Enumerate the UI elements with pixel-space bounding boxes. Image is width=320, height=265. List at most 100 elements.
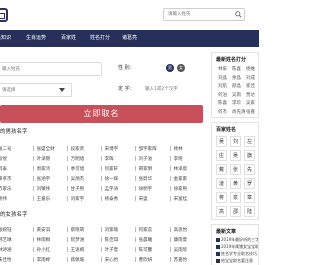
- boys-name-link[interactable]: 杨伟: [0, 195, 7, 205]
- boys-name-link[interactable]: 万明旭: [67, 155, 84, 165]
- girls-name-link[interactable]: 吴雨欣: [170, 246, 187, 256]
- girls-name-link[interactable]: 孙小红: [33, 246, 50, 256]
- surname-link[interactable]: 黄: [230, 178, 241, 189]
- nav-item-surnames[interactable]: 百家姓: [61, 30, 76, 47]
- rank-item-link[interactable]: 刘航: [218, 83, 227, 89]
- fixed-char-input[interactable]: [142, 83, 204, 95]
- girls-name-link[interactable]: 高思怡: [170, 226, 187, 236]
- boys-name-link[interactable]: 刘镇伟: [33, 185, 50, 195]
- boys-name-link[interactable]: 宋博宇: [101, 145, 118, 155]
- surname-link[interactable]: 吴: [216, 136, 227, 147]
- surname-link[interactable]: 陆: [244, 206, 255, 217]
- gender-female-option[interactable]: 女: [177, 64, 185, 72]
- boys-name-link[interactable]: 邢家明: [135, 165, 152, 175]
- rank-item-link[interactable]: 杨维: [246, 66, 255, 72]
- news-item-link[interactable]: 2019年属猪女宝宝取名: [216, 244, 258, 250]
- boys-name-link[interactable]: 李晖: [101, 155, 114, 165]
- boys-name-link[interactable]: 黄孝杰: [0, 175, 12, 185]
- search-input[interactable]: [164, 9, 234, 20]
- news-item-link[interactable]: 姓名学专业取名技巧: [216, 251, 258, 257]
- nav-item-zhuge[interactable]: 诸葛亮: [122, 30, 137, 47]
- birth-select[interactable]: [0, 83, 72, 97]
- surname-link[interactable]: 吴: [230, 150, 241, 161]
- boys-name-link[interactable]: 杨林: [170, 145, 183, 155]
- boys-name-link[interactable]: 何泰: [0, 165, 7, 175]
- rank-item-link[interactable]: 吴家: [246, 100, 255, 106]
- boys-name-link[interactable]: 何家轩: [101, 165, 118, 175]
- girls-name-link[interactable]: 刘紫瑜: [101, 226, 118, 236]
- boys-name-link[interactable]: 甘子熙: [67, 185, 84, 195]
- girls-name-link[interactable]: 蔡晓萌: [67, 226, 84, 236]
- rank-item-link[interactable]: 何杰: [218, 109, 227, 115]
- site-logo[interactable]: [0, 8, 8, 22]
- boys-name-link[interactable]: 杨泰秀: [101, 195, 118, 205]
- rank-item-link[interactable]: 陈喜: [232, 66, 241, 72]
- rank-item-link[interactable]: 吴雨: [232, 92, 241, 98]
- girls-name-link[interactable]: 苏嘉怡: [170, 256, 187, 265]
- girls-name-link[interactable]: 宋心怡: [101, 256, 118, 265]
- girls-name-link[interactable]: 陈佳琪: [101, 236, 118, 246]
- boys-name-link[interactable]: 李晓: [170, 155, 183, 165]
- surname-link[interactable]: 泉: [230, 192, 241, 203]
- girls-name-link[interactable]: 王语嫣: [67, 246, 84, 256]
- girls-name-link[interactable]: 韩艺琳: [0, 236, 12, 246]
- rank-item-link[interactable]: 贾达: [246, 92, 255, 98]
- boys-name-link[interactable]: 段悦: [0, 155, 7, 165]
- girls-name-link[interactable]: 朱佳怡: [0, 256, 12, 265]
- boys-name-link[interactable]: 邹宇家辉: [135, 145, 157, 155]
- gender-male-option[interactable]: 男: [166, 64, 174, 72]
- boys-name-link[interactable]: 吴炳杰: [67, 175, 84, 185]
- girls-name-link[interactable]: 蒋佩瑜: [67, 256, 84, 265]
- surname-link[interactable]: 戴: [216, 164, 227, 175]
- surname-input[interactable]: [0, 63, 99, 75]
- search-icon[interactable]: [235, 11, 242, 18]
- boys-name-link[interactable]: 金家家: [170, 175, 187, 185]
- rank-item-link[interactable]: 崔佳: [246, 83, 255, 89]
- rank-item-link[interactable]: 李珍: [232, 100, 241, 106]
- boys-name-link[interactable]: 段家贤: [67, 145, 84, 155]
- surname-link[interactable]: 高: [216, 206, 227, 217]
- surname-link[interactable]: 左: [244, 136, 255, 147]
- girls-name-link[interactable]: 叶子萱: [101, 246, 118, 256]
- boys-name-link[interactable]: 苏家乐: [0, 185, 12, 195]
- surname-link[interactable]: 张: [230, 164, 241, 175]
- boys-name-link[interactable]: 徐家熙: [170, 185, 187, 195]
- surname-link[interactable]: 章: [244, 192, 255, 203]
- girls-name-link[interactable]: 康雨萱: [170, 236, 187, 246]
- boys-name-link[interactable]: 刘家宇: [67, 195, 84, 205]
- boys-name-link[interactable]: 张二号: [0, 145, 12, 155]
- girls-name-link[interactable]: 黄安淇: [33, 226, 50, 236]
- boys-name-link[interactable]: 张涵宇: [33, 175, 50, 185]
- rank-item-link[interactable]: 陈喜: [218, 100, 227, 106]
- nav-item-zodiac[interactable]: 生肖运势: [26, 30, 46, 47]
- boys-name-link[interactable]: 季可旭: [67, 165, 84, 175]
- girls-name-link[interactable]: 林诗涵: [0, 246, 12, 256]
- rank-item-link[interactable]: 刘晶: [218, 75, 227, 81]
- rank-item-link[interactable]: 尚先清: [232, 109, 246, 115]
- boys-name-link[interactable]: 张盛全财: [33, 145, 55, 155]
- rank-item-link[interactable]: 何泊: [218, 92, 227, 98]
- boys-name-link[interactable]: 宋盛: [135, 195, 148, 205]
- girls-name-link[interactable]: 何家蕊: [135, 226, 152, 236]
- generate-names-button[interactable]: 立即取名: [0, 105, 203, 123]
- nav-item-knowledge[interactable]: 名知识: [0, 30, 11, 47]
- rank-item-link[interactable]: 余晶: [232, 75, 241, 81]
- nav-item-name-score[interactable]: 姓名打分: [90, 30, 110, 47]
- boys-name-link[interactable]: 刘子溢: [135, 155, 152, 165]
- surname-link[interactable]: 庄: [216, 150, 227, 161]
- boys-name-link[interactable]: 周家鸿: [33, 165, 50, 175]
- boys-name-link[interactable]: 孟宇涛: [101, 185, 118, 195]
- surname-link[interactable]: 蒋: [216, 192, 227, 203]
- girls-name-link[interactable]: 李雨婷: [33, 256, 50, 265]
- girls-name-link[interactable]: 张晨曦: [135, 236, 152, 246]
- girls-name-link[interactable]: 阮梦涵: [67, 236, 84, 246]
- rank-item-link[interactable]: 刘成: [246, 75, 255, 81]
- girls-name-link[interactable]: 陈可馨: [135, 246, 152, 256]
- surname-link[interactable]: 旗: [244, 150, 255, 161]
- boys-name-link[interactable]: 宋富桂: [170, 195, 187, 205]
- surname-link[interactable]: 刘: [230, 136, 241, 147]
- girls-name-link[interactable]: 张婉钰: [0, 226, 12, 236]
- girls-name-link[interactable]: 曹欣妍: [135, 256, 152, 265]
- surname-link[interactable]: 先: [244, 164, 255, 175]
- boys-name-link[interactable]: 徐一辉: [101, 175, 118, 185]
